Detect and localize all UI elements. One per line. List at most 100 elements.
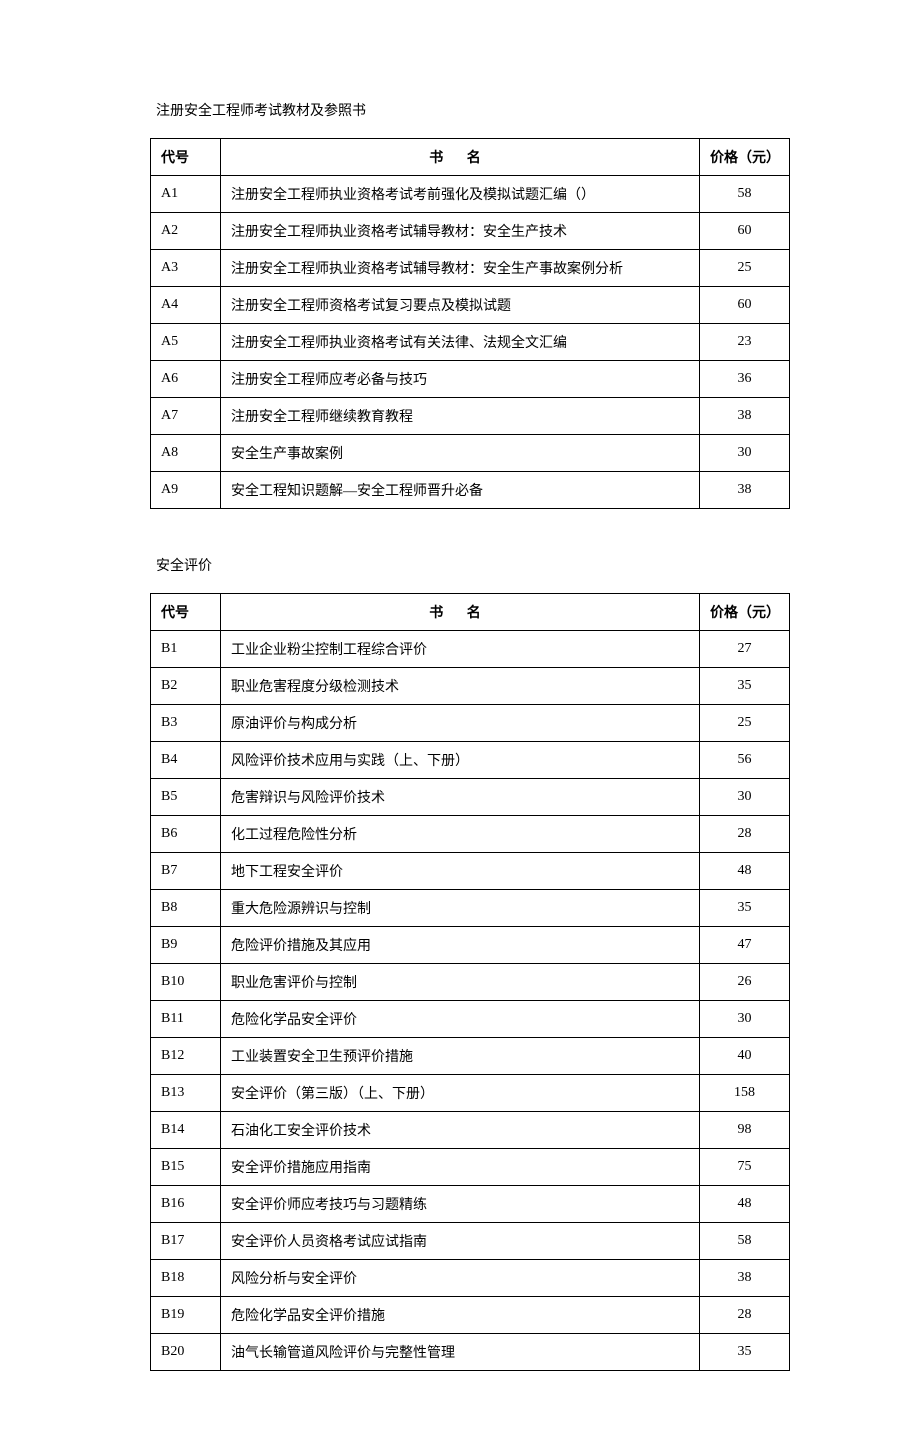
- table-header-row: 代号 书 名 价格（元）: [151, 594, 790, 631]
- cell-code: B2: [151, 668, 221, 705]
- cell-code: B8: [151, 890, 221, 927]
- cell-name: 工业装置安全卫生预评价措施: [221, 1038, 700, 1075]
- cell-price: 30: [700, 1001, 790, 1038]
- cell-code: B1: [151, 631, 221, 668]
- section-title-2: 安全评价: [150, 555, 790, 575]
- cell-name: 注册安全工程师继续教育教程: [221, 398, 700, 435]
- table-row: B4风险评价技术应用与实践（上、下册）56: [151, 742, 790, 779]
- cell-name: 职业危害评价与控制: [221, 964, 700, 1001]
- cell-name: 危害辩识与风险评价技术: [221, 779, 700, 816]
- header-price: 价格（元）: [700, 139, 790, 176]
- table-row: B18风险分析与安全评价38: [151, 1260, 790, 1297]
- cell-name: 安全评价人员资格考试应试指南: [221, 1223, 700, 1260]
- cell-price: 40: [700, 1038, 790, 1075]
- table-header-row: 代号 书 名 价格（元）: [151, 139, 790, 176]
- cell-code: A7: [151, 398, 221, 435]
- table-row: B9危险评价措施及其应用47: [151, 927, 790, 964]
- table-row: B15安全评价措施应用指南75: [151, 1149, 790, 1186]
- section-title-1: 注册安全工程师考试教材及参照书: [150, 100, 790, 120]
- cell-code: A9: [151, 472, 221, 509]
- cell-name: 安全评价措施应用指南: [221, 1149, 700, 1186]
- cell-price: 60: [700, 287, 790, 324]
- cell-code: B16: [151, 1186, 221, 1223]
- cell-code: B13: [151, 1075, 221, 1112]
- cell-price: 98: [700, 1112, 790, 1149]
- table-row: A7注册安全工程师继续教育教程38: [151, 398, 790, 435]
- header-code: 代号: [151, 594, 221, 631]
- table-row: B17安全评价人员资格考试应试指南58: [151, 1223, 790, 1260]
- cell-code: A6: [151, 361, 221, 398]
- cell-price: 30: [700, 779, 790, 816]
- cell-price: 30: [700, 435, 790, 472]
- cell-price: 27: [700, 631, 790, 668]
- cell-price: 28: [700, 1297, 790, 1334]
- cell-price: 28: [700, 816, 790, 853]
- cell-code: A5: [151, 324, 221, 361]
- cell-price: 23: [700, 324, 790, 361]
- cell-name: 注册安全工程师执业资格考试考前强化及模拟试题汇编（）: [221, 176, 700, 213]
- cell-price: 58: [700, 1223, 790, 1260]
- table-row: A5注册安全工程师执业资格考试有关法律、法规全文汇编23: [151, 324, 790, 361]
- header-name: 书 名: [221, 139, 700, 176]
- cell-code: B17: [151, 1223, 221, 1260]
- cell-name: 注册安全工程师应考必备与技巧: [221, 361, 700, 398]
- cell-code: B9: [151, 927, 221, 964]
- cell-price: 36: [700, 361, 790, 398]
- cell-code: A1: [151, 176, 221, 213]
- cell-code: B18: [151, 1260, 221, 1297]
- table-row: A3注册安全工程师执业资格考试辅导教材：安全生产事故案例分析25: [151, 250, 790, 287]
- cell-code: A3: [151, 250, 221, 287]
- cell-price: 158: [700, 1075, 790, 1112]
- cell-price: 48: [700, 1186, 790, 1223]
- cell-name: 工业企业粉尘控制工程综合评价: [221, 631, 700, 668]
- cell-name: 注册安全工程师执业资格考试辅导教材：安全生产技术: [221, 213, 700, 250]
- table-row: A4注册安全工程师资格考试复习要点及模拟试题60: [151, 287, 790, 324]
- cell-price: 47: [700, 927, 790, 964]
- cell-name: 安全生产事故案例: [221, 435, 700, 472]
- table-row: B13安全评价（第三版）（上、下册）158: [151, 1075, 790, 1112]
- cell-code: A8: [151, 435, 221, 472]
- table-row: B5危害辩识与风险评价技术30: [151, 779, 790, 816]
- cell-code: B10: [151, 964, 221, 1001]
- cell-name: 油气长输管道风险评价与完整性管理: [221, 1334, 700, 1371]
- table-row: B6化工过程危险性分析28: [151, 816, 790, 853]
- table-row: B8重大危险源辨识与控制35: [151, 890, 790, 927]
- table-row: A9安全工程知识题解—安全工程师晋升必备38: [151, 472, 790, 509]
- cell-name: 安全工程知识题解—安全工程师晋升必备: [221, 472, 700, 509]
- cell-price: 60: [700, 213, 790, 250]
- cell-code: B4: [151, 742, 221, 779]
- cell-code: B11: [151, 1001, 221, 1038]
- table-row: B10职业危害评价与控制26: [151, 964, 790, 1001]
- cell-name: 危险评价措施及其应用: [221, 927, 700, 964]
- cell-name: 注册安全工程师执业资格考试有关法律、法规全文汇编: [221, 324, 700, 361]
- cell-price: 75: [700, 1149, 790, 1186]
- cell-code: B12: [151, 1038, 221, 1075]
- document-page: 注册安全工程师考试教材及参照书 代号 书 名 价格（元） A1注册安全工程师执业…: [0, 0, 920, 1431]
- cell-name: 石油化工安全评价技术: [221, 1112, 700, 1149]
- cell-price: 38: [700, 398, 790, 435]
- cell-code: B3: [151, 705, 221, 742]
- cell-name: 危险化学品安全评价措施: [221, 1297, 700, 1334]
- table-row: B19危险化学品安全评价措施28: [151, 1297, 790, 1334]
- cell-name: 危险化学品安全评价: [221, 1001, 700, 1038]
- cell-name: 重大危险源辨识与控制: [221, 890, 700, 927]
- cell-price: 26: [700, 964, 790, 1001]
- cell-code: B6: [151, 816, 221, 853]
- cell-code: B5: [151, 779, 221, 816]
- table-row: B14石油化工安全评价技术98: [151, 1112, 790, 1149]
- cell-price: 35: [700, 668, 790, 705]
- header-price: 价格（元）: [700, 594, 790, 631]
- cell-name: 注册安全工程师执业资格考试辅导教材：安全生产事故案例分析: [221, 250, 700, 287]
- table-row: B2职业危害程度分级检测技术35: [151, 668, 790, 705]
- header-code: 代号: [151, 139, 221, 176]
- cell-code: B20: [151, 1334, 221, 1371]
- table-row: B11危险化学品安全评价30: [151, 1001, 790, 1038]
- table-row: A1注册安全工程师执业资格考试考前强化及模拟试题汇编（）58: [151, 176, 790, 213]
- cell-code: B19: [151, 1297, 221, 1334]
- cell-name: 注册安全工程师资格考试复习要点及模拟试题: [221, 287, 700, 324]
- cell-price: 48: [700, 853, 790, 890]
- cell-name: 风险评价技术应用与实践（上、下册）: [221, 742, 700, 779]
- table-row: B7地下工程安全评价48: [151, 853, 790, 890]
- cell-price: 38: [700, 1260, 790, 1297]
- book-table-2: 代号 书 名 价格（元） B1工业企业粉尘控制工程综合评价27 B2职业危害程度…: [150, 593, 790, 1371]
